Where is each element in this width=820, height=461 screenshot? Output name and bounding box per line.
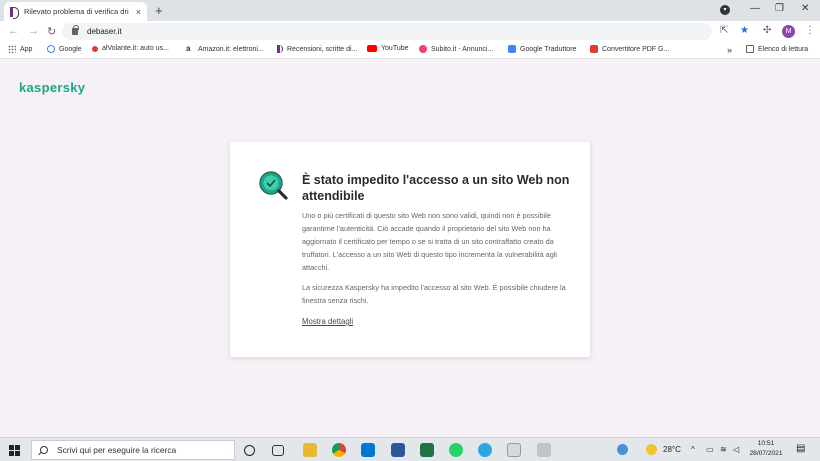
cortana-icon[interactable] [244, 445, 255, 456]
bookmark-translate[interactable]: Google Traduttore [508, 45, 576, 53]
network-icon[interactable]: ≋ [720, 445, 727, 454]
notifications-icon[interactable]: ▤ [796, 443, 805, 454]
windows-taskbar: Scrivi qui per eseguire la ricerca 28°C … [0, 437, 820, 461]
amazon-icon: a [186, 44, 191, 53]
bookmark-amazon[interactable]: a Amazon.it: elettroni... [186, 45, 264, 53]
google-icon [47, 45, 55, 53]
restore-icon[interactable]: ❐ [775, 3, 784, 14]
profile-avatar[interactable]: M [782, 25, 795, 38]
youtube-icon [367, 45, 377, 52]
browser-tab[interactable]: Rilevato problema di verifica dri × [4, 2, 147, 21]
apps-grid-icon [8, 45, 16, 53]
close-window-icon[interactable]: ✕ [801, 3, 809, 14]
whatsapp-icon[interactable] [449, 443, 463, 457]
new-tab-button[interactable]: + [155, 3, 163, 18]
bookmark-label: Google [59, 45, 82, 53]
magnifier-warning-icon [259, 171, 288, 200]
telegram-icon[interactable] [478, 443, 492, 457]
lock-icon[interactable] [72, 25, 79, 35]
debaser-icon [277, 45, 283, 53]
tab-search-icon[interactable]: ▾ [720, 5, 730, 15]
warning-heading: È stato impedito l'accesso a un sito Web… [302, 173, 570, 203]
chrome-icon[interactable] [332, 443, 346, 457]
share-icon[interactable]: ⇱ [720, 25, 728, 36]
search-icon [40, 446, 48, 454]
search-placeholder: Scrivi qui per eseguire la ricerca [57, 445, 177, 455]
close-tab-icon[interactable]: × [136, 7, 141, 17]
bookmark-pdf[interactable]: Convertitore PDF G... [590, 45, 669, 53]
file-explorer-icon[interactable] [303, 443, 317, 457]
address-bar[interactable]: debaser.it [62, 23, 712, 40]
word-icon[interactable] [391, 443, 405, 457]
bookmarks-bar: App Google alVolante.it: auto us... a Am… [0, 42, 820, 59]
sun-icon [646, 444, 657, 455]
bookmark-label: Subito.it - Annunci... [431, 45, 494, 53]
bookmark-star-icon[interactable]: ★ [740, 25, 749, 36]
bookmark-subito[interactable]: Subito.it - Annunci... [419, 45, 493, 53]
task-view-icon[interactable] [272, 445, 284, 456]
bookmark-label: alVolante.it: auto us... [102, 45, 169, 52]
reading-list-icon [746, 45, 754, 53]
back-icon[interactable]: ← [8, 25, 19, 37]
windows-start-icon[interactable] [9, 445, 20, 456]
browser-toolbar: ← → ↻ debaser.it ⇱ ★ ✣ M ⋮ [0, 21, 820, 42]
tab-title: Rilevato problema di verifica dri [24, 7, 129, 16]
alvolante-icon [92, 45, 98, 52]
more-bookmarks-icon[interactable]: » [727, 45, 732, 55]
bookmark-label: Recensioni, scritte di... [287, 45, 358, 53]
bookmark-google[interactable]: Google [47, 45, 82, 53]
reading-list-label: Elenco di lettura [758, 45, 809, 53]
warning-card: È stato impedito l'accesso a un sito Web… [230, 142, 590, 357]
show-details-link[interactable]: Mostra dettagli [302, 317, 353, 326]
translate-icon [508, 45, 516, 53]
bookmark-youtube[interactable]: YouTube [367, 45, 409, 52]
address-url: debaser.it [87, 27, 122, 36]
bookmark-alvolante[interactable]: alVolante.it: auto us... [92, 45, 169, 52]
mail-icon[interactable] [361, 443, 375, 457]
temperature[interactable]: 28°C [663, 445, 681, 454]
app-icon[interactable] [507, 443, 521, 457]
extensions-icon[interactable]: ✣ [763, 25, 771, 36]
weather-app-icon[interactable] [617, 444, 628, 455]
minimize-icon[interactable]: — [750, 3, 760, 14]
kaspersky-logo: kaspersky [19, 80, 86, 95]
bookmark-label: Google Traduttore [520, 45, 577, 53]
bookmark-label: Amazon.it: elettroni... [198, 45, 264, 53]
bookmark-label: YouTube [381, 45, 409, 52]
system-clock[interactable]: 10:51 28/07/2021 [746, 439, 786, 459]
protection-note: La sicurezza Kaspersky ha impedito l'acc… [302, 283, 566, 305]
reload-icon[interactable]: ↻ [47, 25, 56, 38]
menu-icon[interactable]: ⋮ [805, 25, 815, 36]
bookmark-apps[interactable]: App [8, 45, 32, 53]
bookmark-recensioni[interactable]: Recensioni, scritte di... [277, 45, 357, 53]
pdf-icon [590, 45, 598, 53]
battery-icon[interactable]: ▭ [706, 445, 714, 454]
excel-icon[interactable] [420, 443, 434, 457]
app-icon-2[interactable] [537, 443, 551, 457]
bookmark-label: App [20, 45, 33, 53]
warning-description: Uno o più certificati di questo sito Web… [302, 211, 558, 272]
reading-list[interactable]: Elenco di lettura [746, 45, 808, 53]
tab-strip: Rilevato problema di verifica dri × + ▾ … [0, 0, 820, 21]
volume-icon[interactable]: ◁ [733, 445, 739, 454]
hidden-icons-icon[interactable]: ^ [691, 445, 695, 454]
bookmark-label: Convertitore PDF G... [602, 45, 670, 53]
clock-date: 28/07/2021 [749, 450, 783, 457]
clock-time: 10:51 [757, 440, 775, 447]
subito-icon [419, 45, 427, 53]
forward-icon[interactable]: → [28, 25, 39, 37]
site-favicon-icon [10, 6, 19, 19]
taskbar-search[interactable]: Scrivi qui per eseguire la ricerca [31, 440, 235, 460]
